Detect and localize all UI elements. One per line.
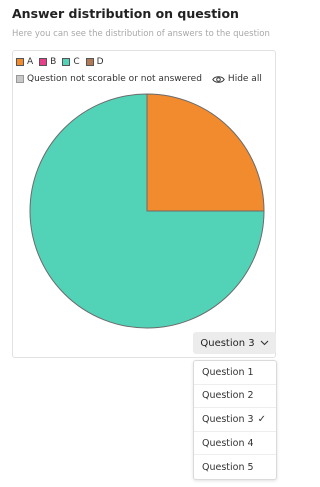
eye-icon[interactable] [212, 75, 225, 84]
chart-subtitle: Here you can see the distribution of ans… [12, 29, 270, 39]
hide-all-link[interactable]: Hide all [228, 74, 262, 84]
question-select-button[interactable]: Question 3 [193, 332, 276, 354]
legend-label-d: D [96, 57, 104, 67]
chart-title: Answer distribution on question [12, 6, 239, 21]
legend-item-c[interactable]: C [62, 57, 80, 67]
legend-item-not-scorable[interactable]: Question not scorable or not answered [16, 74, 202, 84]
menu-item-question-5[interactable]: Question 5 [194, 455, 276, 479]
checkmark-icon: ✓ [257, 413, 266, 425]
legend-swatch-a [16, 58, 24, 66]
pie-slice-a[interactable] [146, 93, 265, 212]
menu-item-label: Question 1 [202, 366, 254, 378]
menu-item-label: Question 2 [202, 390, 254, 402]
menu-item-question-4[interactable]: Question 4 [194, 432, 276, 456]
pie-chart [29, 93, 265, 329]
legend-label-not-scorable: Question not scorable or not answered [27, 74, 202, 84]
chevron-down-icon [260, 340, 269, 346]
legend-label-b: B [50, 57, 57, 67]
legend-answers-row: A B C D [16, 55, 276, 69]
menu-item-question-1[interactable]: Question 1 [194, 361, 276, 385]
legend-item-b[interactable]: B [39, 57, 56, 67]
legend-label-c: C [73, 57, 80, 67]
menu-item-label: Question 4 [202, 437, 254, 449]
legend-item-d[interactable]: D [85, 57, 104, 67]
legend-swatch-c [62, 58, 71, 66]
menu-item-question-2[interactable]: Question 2 [194, 385, 276, 409]
menu-item-label: Question 3 [202, 413, 254, 425]
menu-item-question-3[interactable]: Question 3 ✓ [194, 408, 276, 432]
legend-extra-row: Question not scorable or not answered Hi… [16, 72, 276, 86]
legend-swatch-b [39, 58, 48, 66]
legend-item-a[interactable]: A [16, 57, 33, 67]
legend-swatch-not-scorable [16, 75, 24, 83]
legend-swatch-d [85, 58, 94, 66]
menu-item-label: Question 5 [202, 461, 254, 473]
legend-label-a: A [27, 57, 34, 67]
legend: A B C D Question not scorable or not ans… [16, 55, 276, 89]
question-select-value: Question 3 [200, 337, 255, 349]
question-dropdown-menu: Question 1 Question 2 Question 3 ✓ Quest… [193, 360, 277, 480]
